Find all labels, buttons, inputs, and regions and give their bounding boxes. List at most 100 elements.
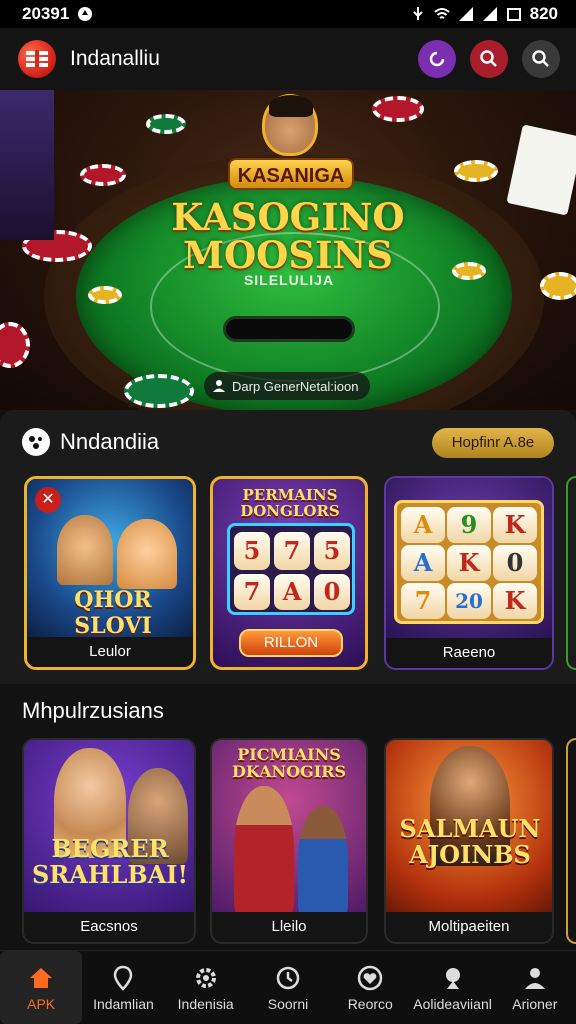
- casino-chip: [454, 160, 498, 182]
- multi-game-card[interactable]: SALMAUN AJOINBS Moltipaeiten: [384, 738, 554, 944]
- trophy-icon: [439, 964, 467, 992]
- refresh-icon: [429, 51, 445, 67]
- search-icon: [480, 50, 497, 67]
- refresh-button[interactable]: [418, 40, 456, 78]
- hero-character: [262, 94, 318, 156]
- battery-icon: [506, 8, 521, 21]
- casino-chip: [124, 374, 194, 408]
- map-pin-icon: [109, 964, 137, 992]
- signal-icon: [458, 7, 473, 21]
- reel-symbol: 7: [401, 583, 445, 619]
- search-button[interactable]: [470, 40, 508, 78]
- game-card-label: Raeeno: [386, 638, 552, 668]
- multi-card-peek[interactable]: [566, 738, 576, 944]
- app-logo[interactable]: [18, 40, 56, 78]
- usb-icon: [412, 7, 423, 20]
- reel-symbol: K: [493, 583, 537, 619]
- hero-caption-text: Darp GenerNetal:ioon: [232, 378, 359, 394]
- reel-symbol: A: [401, 507, 445, 543]
- card-art-title: PICMIAINS DKANOGIRS: [231, 745, 347, 781]
- game-card-art: ✕ QHOR SLOVI: [27, 479, 193, 639]
- game-card[interactable]: ✕ QHOR SLOVI Leulor: [24, 476, 196, 670]
- reel-symbol: A: [274, 574, 310, 610]
- search-icon: [532, 50, 549, 67]
- card-art-title: SALMAUN AJOINBS: [399, 814, 541, 869]
- game-card-peek[interactable]: [566, 476, 576, 670]
- casino-chip: [146, 114, 186, 134]
- game-card[interactable]: A 9 K A K 0 7 20 K Raeeno: [384, 476, 554, 670]
- home-icon: [27, 964, 55, 992]
- logo-icon: [26, 50, 48, 68]
- character-art: [234, 786, 294, 916]
- character-art: [57, 515, 113, 585]
- featured-title: Nndandiia: [60, 429, 160, 454]
- casino-chip: [540, 272, 576, 300]
- nav-label: Arioner: [512, 995, 558, 1012]
- slot-reels: A 9 K A K 0 7 20 K: [394, 500, 544, 624]
- casino-chip: [80, 164, 126, 186]
- reel-symbol: 20: [447, 583, 491, 619]
- reel-symbol: 0: [493, 545, 537, 581]
- nav-label: Soorni: [267, 995, 309, 1012]
- featured-action-pill[interactable]: Hopfinr A.8e: [432, 428, 554, 458]
- card-art-title: QHOR SLOVI: [74, 587, 152, 639]
- user-icon: [521, 964, 549, 992]
- gear-icon: [192, 964, 220, 992]
- reel-symbol: 7: [274, 532, 310, 570]
- app-title: Indanalliu: [70, 47, 160, 70]
- nav-label: Reorco: [347, 995, 393, 1012]
- nav-item-aolideaviianl[interactable]: Aolideaviianl: [411, 951, 493, 1024]
- reel-symbol: 5: [234, 532, 270, 570]
- nav-item-reorco[interactable]: Reorco: [329, 951, 411, 1024]
- game-card-label: Leulor: [27, 637, 193, 667]
- character-art: [298, 806, 348, 916]
- multi-card-label: Eacsnos: [24, 912, 194, 942]
- casino-chip: [372, 96, 424, 122]
- nav-item-indenisia[interactable]: Indenisia: [165, 951, 247, 1024]
- clock-icon: [274, 964, 302, 992]
- heart-icon: [356, 964, 384, 992]
- multi-section-title: Mhpulrzusians: [22, 698, 164, 723]
- close-icon[interactable]: ✕: [35, 487, 61, 513]
- hero-title: KASOGINO MOOSINS: [150, 198, 426, 274]
- multi-game-card[interactable]: BEGRER SRAHLBAI! Eacsnos: [22, 738, 196, 944]
- casino-chip: [0, 322, 30, 368]
- hero-title-line1: KASOGINO: [171, 195, 405, 239]
- game-card[interactable]: PERMAINS DONGLORS 5 7 5 7 A 0 RILLON: [210, 476, 368, 670]
- app-header: Indanalliu: [0, 28, 576, 90]
- playing-card: [506, 124, 576, 216]
- notification-icon: [78, 7, 93, 21]
- nav-item-indamlian[interactable]: Indamlian: [82, 951, 164, 1024]
- casino-chip: [88, 286, 122, 304]
- nav-label: Indamlian: [93, 995, 154, 1012]
- multi-game-card[interactable]: PICMIAINS DKANOGIRS Lleilo: [210, 738, 368, 944]
- reel-symbol: K: [493, 507, 537, 543]
- reel-symbol: K: [447, 545, 491, 581]
- slot-reels: 5 7 5 7 A 0: [227, 523, 355, 615]
- bottom-nav: APK Indamlian Indenisia Soorni Reorco Ao…: [0, 950, 576, 1024]
- multi-card-label: Lleilo: [212, 912, 366, 942]
- status-time: 20391: [22, 4, 70, 23]
- nav-item-soorni[interactable]: Soorni: [247, 951, 329, 1024]
- game-card-art: A 9 K A K 0 7 20 K: [386, 478, 552, 638]
- user-icon: [213, 380, 225, 392]
- hero-title-line2: MOOSINS: [183, 233, 393, 277]
- multi-card-label: Moltipaeiten: [386, 912, 552, 942]
- hero-slot: [223, 316, 355, 342]
- hero-badge: KASANIGA: [228, 158, 354, 190]
- featured-header: Nndandiia: [22, 428, 159, 456]
- reel-symbol: 9: [447, 507, 491, 543]
- search-button-2[interactable]: [522, 40, 560, 78]
- wifi-icon: [433, 8, 450, 19]
- reel-symbol: 5: [314, 532, 350, 570]
- hero-banner[interactable]: KASANIGA KASOGINO MOOSINS SILELULIJA Dar…: [0, 90, 576, 410]
- nav-label: Indenisia: [177, 995, 234, 1012]
- nav-item-apk[interactable]: APK: [0, 951, 83, 1024]
- reel-symbol: 7: [234, 574, 270, 610]
- hero-caption[interactable]: Darp GenerNetal:ioon: [204, 372, 370, 400]
- spin-button[interactable]: RILLON: [239, 629, 343, 657]
- signal-icon-2: [482, 7, 497, 21]
- hero-subtitle: SILELULIJA: [243, 272, 335, 288]
- nav-item-arioner[interactable]: Arioner: [494, 951, 576, 1024]
- reel-symbol: A: [401, 545, 445, 581]
